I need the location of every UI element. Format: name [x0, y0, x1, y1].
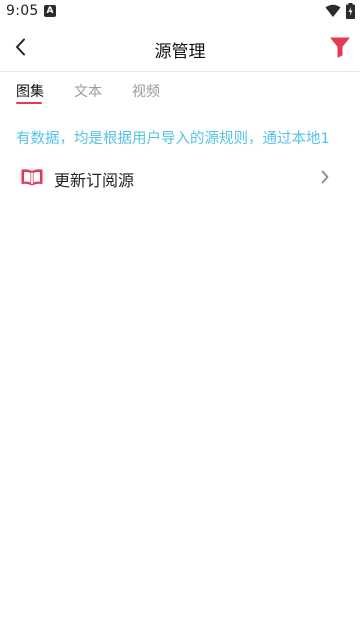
tab-text[interactable]: 文本: [74, 81, 102, 101]
status-bar: 9:05 A: [0, 0, 360, 24]
tab-gallery[interactable]: 图集: [16, 81, 44, 101]
battery-icon: [346, 3, 355, 19]
chevron-right-icon: [321, 170, 329, 184]
active-tab-indicator: [16, 102, 42, 104]
notice-text: 有数据，均是根据用户导入的源规则，通过本地1: [16, 131, 330, 147]
title-bar: 源管理: [0, 24, 360, 72]
source-management-screen: 9:05 A 源管理 图集 文本 视频 有数据，均是根据用户导入的源规则，通过本…: [0, 0, 360, 640]
page-title: 源管理: [154, 42, 206, 62]
status-time: 9:05: [6, 3, 39, 19]
filter-icon: [330, 37, 350, 58]
wifi-icon: [325, 4, 341, 17]
open-book-icon: [21, 169, 43, 186]
tab-bar: 图集 文本 视频: [0, 72, 360, 108]
tab-video[interactable]: 视频: [132, 81, 160, 101]
filter-button[interactable]: [330, 36, 350, 58]
a-notification-icon: A: [44, 5, 56, 17]
list-item-label: 更新订阅源: [54, 171, 135, 190]
list-item-update-subscription[interactable]: 更新订阅源: [0, 158, 360, 196]
